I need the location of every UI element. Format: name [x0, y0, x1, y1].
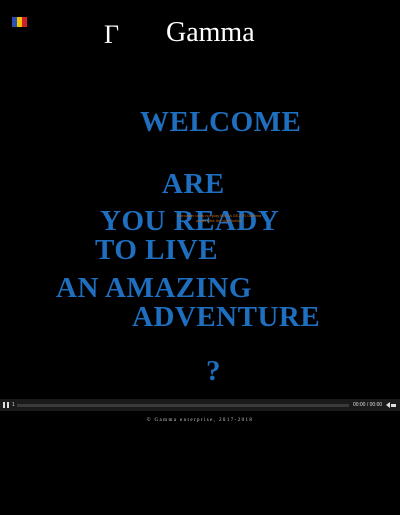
language-flag-icon[interactable] [12, 17, 27, 27]
welcome-line-5: AN AMAZING [56, 272, 252, 304]
site-title[interactable]: Gamma [166, 17, 255, 49]
welcome-line-2: ARE [162, 168, 225, 200]
welcome-question-mark: ? [206, 355, 221, 387]
gamma-logo[interactable]: Γ [104, 20, 119, 50]
progress-value: 1 [11, 402, 15, 408]
audio-hint-text: If browser does not play the LA GEZ IS G… [164, 213, 274, 223]
welcome-line-1: WELCOME [140, 106, 302, 138]
speaker-icon [386, 402, 391, 408]
seek-bar[interactable] [16, 403, 349, 407]
pause-icon [2, 402, 9, 408]
welcome-line-4: TO LIVE [95, 234, 219, 266]
time-display: 00:00 / 00:00 [352, 402, 383, 408]
flag-stripe-red [22, 17, 27, 27]
audio-hint-line-2: audio click the play button [195, 218, 243, 223]
audio-player: 1 00:00 / 00:00 [0, 399, 400, 411]
volume-button[interactable] [386, 399, 400, 411]
pause-button[interactable] [0, 399, 12, 411]
footer-copyright: © Gamma enterprise, 2017-2018 [146, 418, 254, 423]
welcome-line-6: ADVENTURE [132, 301, 321, 333]
volume-level [391, 403, 397, 407]
